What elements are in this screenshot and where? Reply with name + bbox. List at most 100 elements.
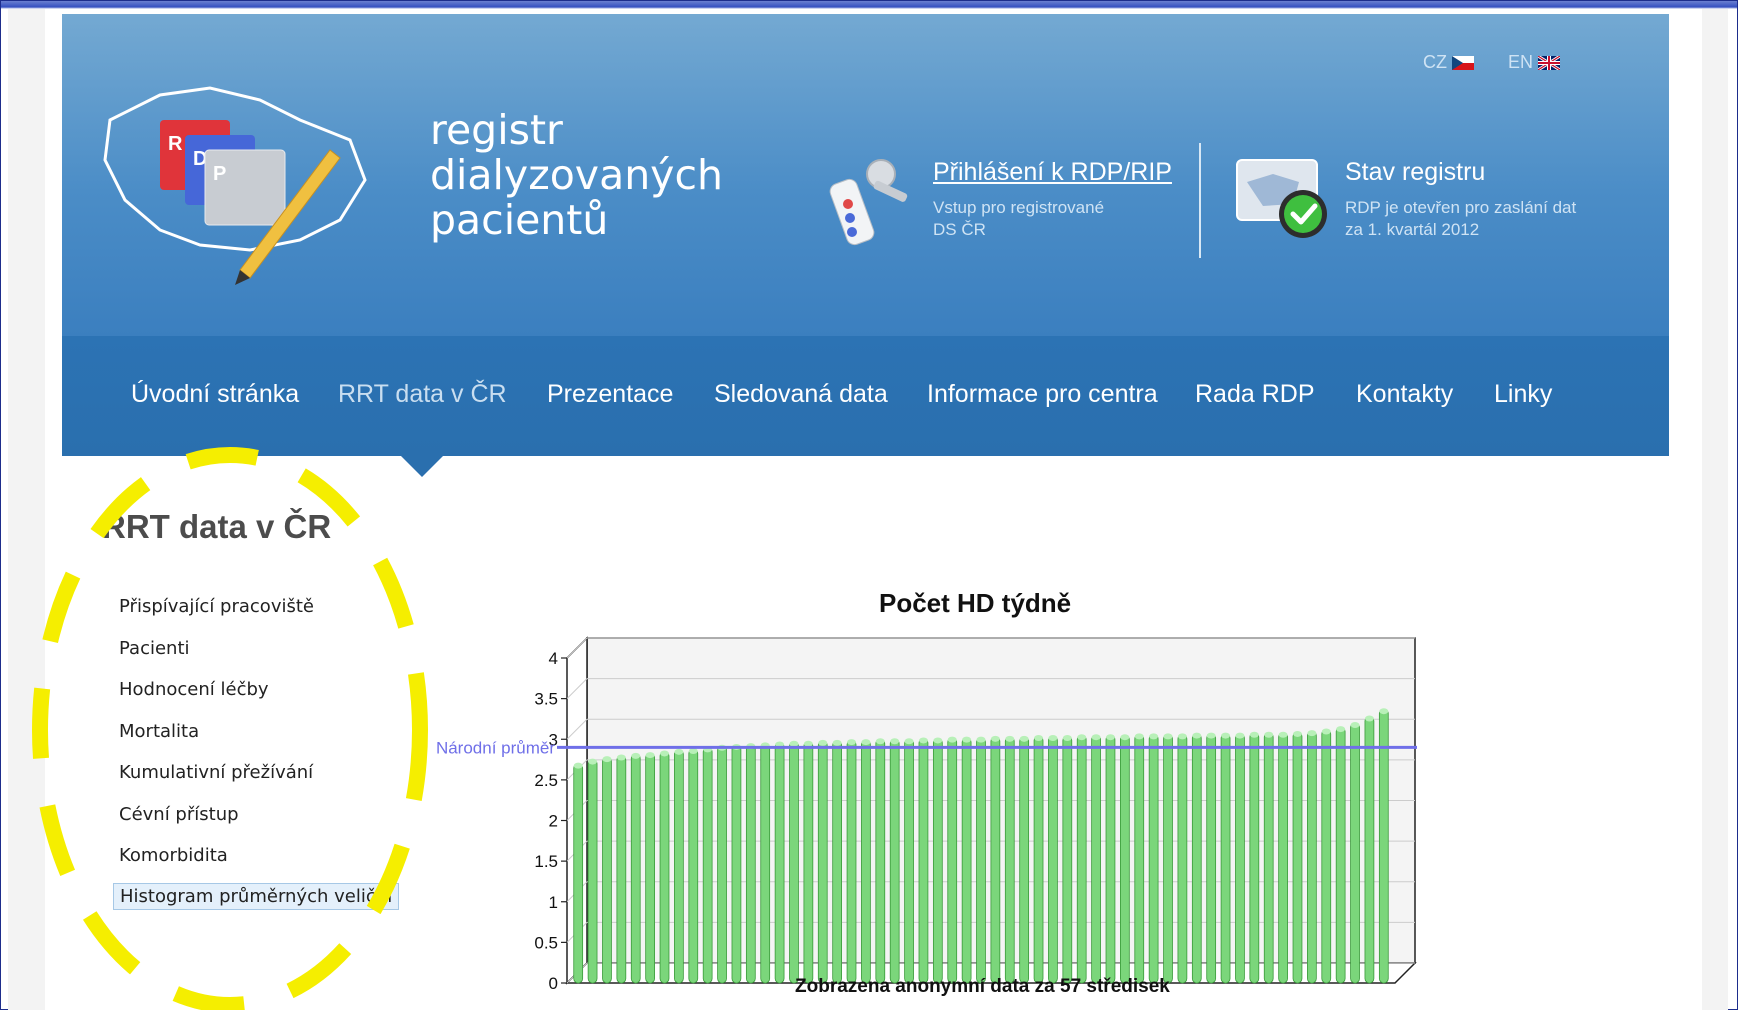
- histogram-bar-cap: [1264, 731, 1274, 738]
- histogram-bar-cap: [933, 737, 943, 744]
- histogram-bar: [774, 742, 785, 984]
- histogram-bar: [1364, 716, 1375, 984]
- histogram-bar-cap: [602, 756, 612, 763]
- histogram-bar-cap: [861, 739, 871, 746]
- histogram-bar: [630, 753, 641, 984]
- histogram-bar-cap: [631, 752, 641, 759]
- histogram-bar: [731, 744, 742, 984]
- histogram-bar: [1206, 733, 1217, 984]
- histogram-bar: [976, 737, 986, 984]
- histogram-bar-cap: [660, 750, 669, 757]
- histogram-bar: [1062, 735, 1073, 984]
- histogram-bar: [1148, 733, 1159, 984]
- histogram-bar: [1321, 729, 1332, 984]
- histogram-bar: [1134, 733, 1145, 984]
- histogram-bar-cap: [962, 736, 972, 743]
- histogram-bar: [1177, 733, 1188, 984]
- histogram-bar: [961, 737, 972, 984]
- histogram-bar: [1235, 733, 1245, 984]
- histogram-bar: [1004, 736, 1015, 984]
- histogram-bar: [1191, 733, 1202, 984]
- histogram-bar: [1120, 734, 1130, 984]
- y-tick-label: 1.5: [534, 852, 558, 871]
- histogram-bar: [1163, 733, 1173, 984]
- histogram-bar: [688, 748, 699, 984]
- histogram-bar: [789, 741, 799, 984]
- histogram-bar-cap: [674, 748, 684, 755]
- histogram-bar-cap: [1206, 732, 1216, 739]
- histogram-bar-cap: [1048, 735, 1058, 741]
- y-tick-label: 0.5: [534, 933, 558, 952]
- histogram-bar: [817, 740, 828, 984]
- histogram-bar: [745, 743, 756, 984]
- histogram-bar-cap: [918, 737, 928, 744]
- histogram-chart: 00.511.522.533.54Národní průměr: [436, 636, 1417, 993]
- histogram-bar: [846, 739, 857, 984]
- histogram-bar-cap: [947, 736, 957, 743]
- histogram-bar: [1307, 730, 1317, 984]
- histogram-bar: [1263, 732, 1274, 984]
- histogram-bar-cap: [1005, 735, 1015, 742]
- histogram-bar-cap: [1235, 732, 1245, 739]
- histogram-bar-cap: [847, 739, 856, 746]
- histogram-bar-cap: [1278, 731, 1288, 738]
- histogram-bar-cap: [1177, 733, 1187, 740]
- histogram-bar-cap: [645, 752, 655, 759]
- histogram-bar: [573, 763, 584, 984]
- histogram-bar-cap: [890, 738, 900, 745]
- histogram-bar: [875, 738, 886, 984]
- histogram-bar-cap: [1249, 731, 1259, 738]
- histogram-bar-cap: [688, 748, 698, 754]
- histogram-bar: [1033, 735, 1044, 984]
- histogram-bar-cap: [1149, 733, 1159, 740]
- histogram-bar: [1292, 731, 1303, 984]
- histogram-bar: [932, 738, 943, 984]
- histogram-bar-cap: [803, 740, 813, 747]
- histogram-bar-cap: [1163, 733, 1173, 740]
- histogram-bar: [760, 742, 771, 984]
- histogram-bar-cap: [875, 738, 885, 745]
- histogram-bar-cap: [1134, 733, 1144, 740]
- histogram-bar: [889, 738, 900, 984]
- histogram-bar: [1091, 734, 1101, 984]
- y-tick-label: 4: [549, 649, 558, 668]
- y-tick-label: 3.5: [534, 690, 558, 709]
- histogram-bar-cap: [1120, 734, 1130, 741]
- histogram-bar-cap: [1379, 708, 1389, 715]
- histogram-bar: [645, 752, 655, 984]
- histogram-bar: [674, 749, 684, 984]
- histogram-bar: [861, 739, 871, 984]
- histogram-bar: [1378, 708, 1389, 984]
- histogram-bar: [587, 759, 598, 984]
- histogram-bar-cap: [1321, 728, 1331, 735]
- histogram-bar-cap: [818, 739, 828, 746]
- histogram-bar-cap: [573, 762, 583, 769]
- histogram-bar-cap: [1293, 730, 1302, 737]
- histogram-bar: [1105, 734, 1116, 984]
- y-tick-label: 1: [549, 893, 558, 912]
- histogram-bar-cap: [616, 754, 626, 761]
- histogram-bar-cap: [1221, 732, 1231, 739]
- histogram-bar-cap: [1077, 734, 1087, 741]
- histogram-bar-cap: [1336, 726, 1346, 733]
- histogram-bar: [1249, 732, 1260, 984]
- histogram-bar-cap: [904, 738, 914, 745]
- histogram-bar: [918, 738, 929, 984]
- histogram-bar-cap: [588, 758, 598, 765]
- histogram-bar: [990, 736, 1001, 984]
- histogram-bar-cap: [1364, 715, 1374, 722]
- histogram-bar-cap: [1062, 735, 1072, 741]
- histogram-bar-cap: [1091, 734, 1101, 741]
- histogram-bar: [1076, 734, 1087, 984]
- histogram-bar: [832, 740, 843, 984]
- histogram-bar-cap: [1034, 735, 1044, 741]
- histogram-bar-cap: [1019, 735, 1029, 742]
- histogram-bar-cap: [990, 735, 1000, 742]
- histogram-bar: [904, 738, 914, 984]
- histogram-bar: [659, 751, 670, 984]
- national-average-label: Národní průměr: [436, 738, 555, 757]
- histogram-bar-cap: [832, 739, 842, 746]
- histogram-bar: [616, 755, 627, 984]
- y-tick-label: 2: [549, 812, 558, 831]
- y-tick-label: 0: [549, 974, 558, 993]
